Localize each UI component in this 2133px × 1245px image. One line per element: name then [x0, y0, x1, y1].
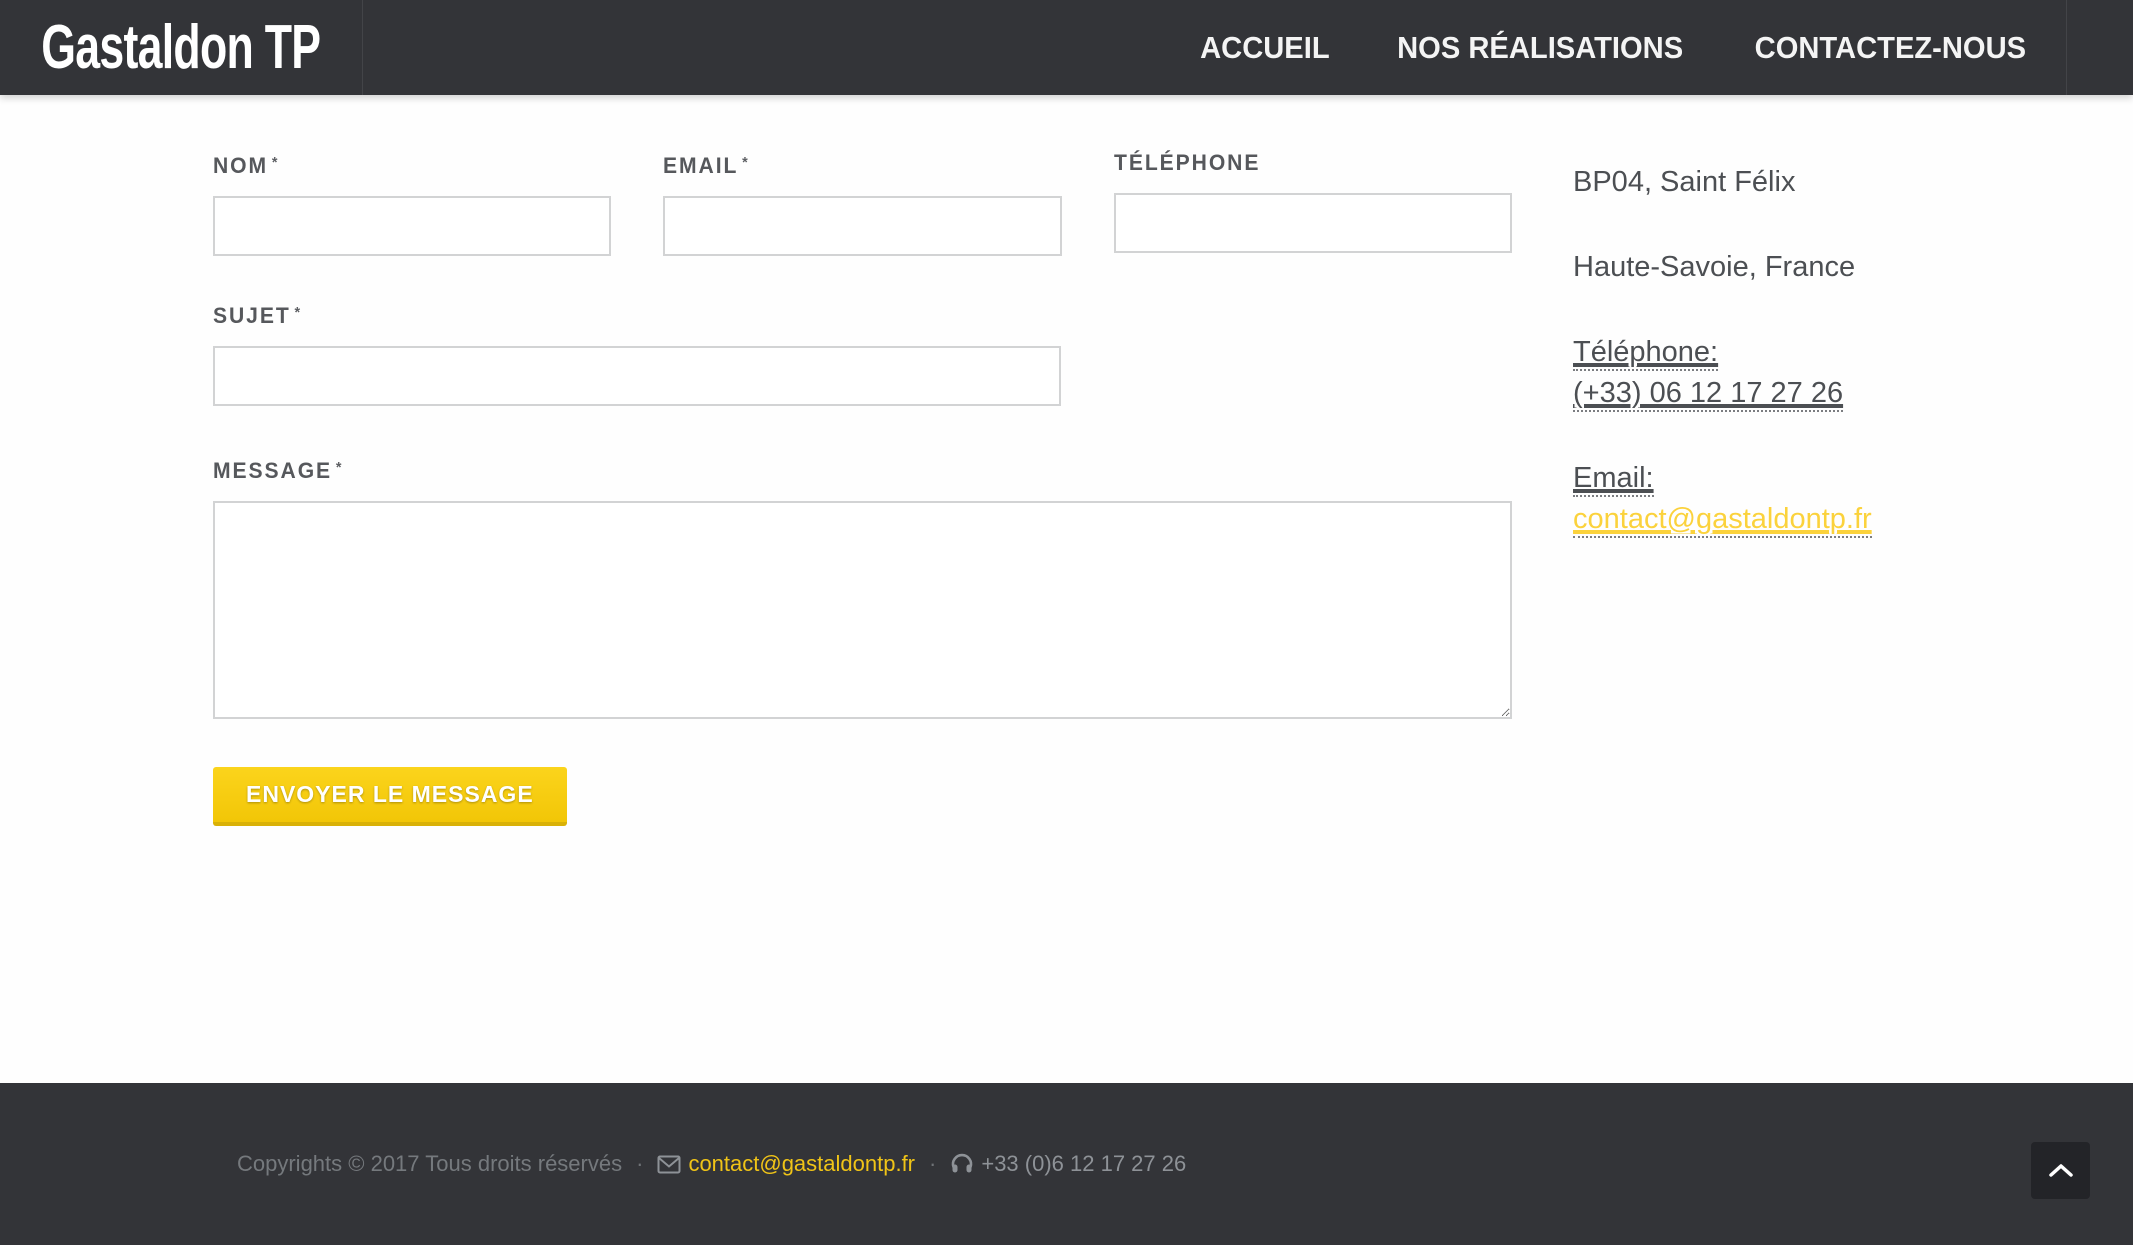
- nom-required-marker: *: [272, 154, 278, 171]
- phone-label: Téléphone:: [1573, 336, 1718, 371]
- chevron-up-icon: [2048, 1163, 2074, 1178]
- sujet-label-text: SUJET: [213, 303, 291, 328]
- footer-line: Copyrights © 2017 Tous droits réservés ·…: [237, 1151, 2133, 1177]
- email-required-marker: *: [742, 154, 748, 171]
- message-label: MESSAGE*: [213, 455, 1460, 484]
- phone-link[interactable]: Téléphone: (+33) 06 12 17 27 26: [1573, 336, 1843, 412]
- field-message: MESSAGE*: [213, 455, 1512, 724]
- header-divider: [2066, 0, 2133, 95]
- phone-block: Téléphone: (+33) 06 12 17 27 26: [1573, 332, 1920, 414]
- footer-email-text: contact@gastaldontp.fr: [688, 1151, 915, 1177]
- nom-input[interactable]: [213, 196, 611, 256]
- message-textarea[interactable]: [213, 501, 1512, 719]
- copyright-text: Copyrights © 2017 Tous droits réservés: [237, 1151, 622, 1177]
- telephone-input[interactable]: [1114, 193, 1512, 253]
- scroll-to-top-button[interactable]: [2031, 1142, 2090, 1199]
- contact-form: NOM* EMAIL* TÉLÉPHONE SUJET* MESSAGE*: [213, 150, 1512, 1083]
- email-address: contact@gastaldontp.fr: [1573, 503, 1872, 538]
- field-telephone: TÉLÉPHONE: [1114, 150, 1512, 256]
- sujet-label: SUJET*: [213, 300, 1027, 329]
- header-spacer: [363, 0, 1196, 95]
- footer-separator-2: ·: [929, 1151, 936, 1177]
- footer-email-link[interactable]: contact@gastaldontp.fr: [657, 1151, 915, 1177]
- email-label: Email:: [1573, 462, 1654, 497]
- phone-number: (+33) 06 12 17 27 26: [1573, 377, 1843, 412]
- footer-phone: +33 (0)6 12 17 27 26: [950, 1151, 1186, 1177]
- nom-label: NOM*: [213, 150, 595, 179]
- form-row-1: NOM* EMAIL* TÉLÉPHONE: [213, 150, 1512, 256]
- email-input[interactable]: [663, 196, 1061, 256]
- message-required-marker: *: [336, 459, 342, 476]
- address-line-1: BP04, Saint Félix: [1573, 162, 1920, 203]
- form-row-2: SUJET*: [213, 300, 1061, 406]
- email-block: Email: contact@gastaldontp.fr: [1573, 458, 1920, 540]
- footer-separator-1: ·: [636, 1151, 643, 1177]
- nav-item-nos-realisations[interactable]: NOS RÉALISATIONS: [1397, 30, 1683, 66]
- telephone-label: TÉLÉPHONE: [1114, 150, 1496, 176]
- sujet-required-marker: *: [295, 304, 301, 321]
- nom-label-text: NOM: [213, 153, 268, 178]
- field-email: EMAIL*: [663, 150, 1061, 256]
- site-footer: Copyrights © 2017 Tous droits réservés ·…: [0, 1083, 2133, 1245]
- site-header: Gastaldon TP ACCUEIL NOS RÉALISATIONS CO…: [0, 0, 2133, 95]
- address-line-2: Haute-Savoie, France: [1573, 247, 1920, 288]
- envelope-icon: [657, 1155, 681, 1174]
- main-nav: ACCUEIL NOS RÉALISATIONS CONTACTEZ-NOUS: [1196, 0, 2035, 95]
- logo[interactable]: Gastaldon TP: [0, 0, 363, 95]
- main-content: NOM* EMAIL* TÉLÉPHONE SUJET* MESSAGE*: [0, 95, 2133, 1083]
- email-label-link[interactable]: Email:: [1573, 462, 1654, 497]
- sujet-input[interactable]: [213, 346, 1061, 406]
- telephone-label-text: TÉLÉPHONE: [1114, 150, 1260, 175]
- headset-icon: [950, 1152, 974, 1176]
- footer-phone-text: +33 (0)6 12 17 27 26: [981, 1151, 1186, 1177]
- email-address-link[interactable]: contact@gastaldontp.fr: [1573, 503, 1872, 538]
- form-row-3: MESSAGE*: [213, 455, 1512, 724]
- field-sujet: SUJET*: [213, 300, 1061, 406]
- logo-text: Gastaldon TP: [41, 12, 320, 83]
- field-nom: NOM*: [213, 150, 611, 256]
- nav-item-contactez-nous[interactable]: CONTACTEZ-NOUS: [1755, 30, 2026, 66]
- email-label: EMAIL*: [663, 150, 1045, 179]
- send-message-button[interactable]: ENVOYER LE MESSAGE: [213, 767, 567, 826]
- email-label-text: EMAIL: [663, 153, 738, 178]
- message-label-text: MESSAGE: [213, 458, 332, 483]
- nav-item-accueil[interactable]: ACCUEIL: [1200, 30, 1330, 66]
- contact-info-sidebar: BP04, Saint Félix Haute-Savoie, France T…: [1573, 150, 1920, 1083]
